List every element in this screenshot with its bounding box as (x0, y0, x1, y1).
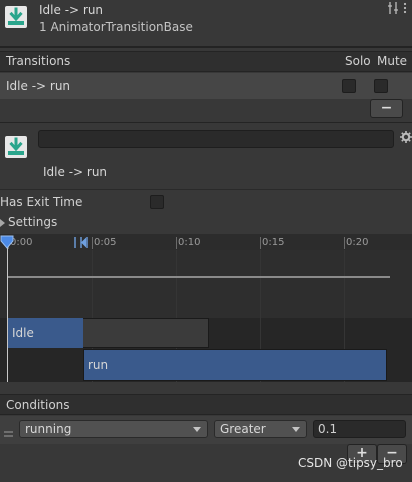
header-title: Idle -> run (39, 3, 104, 17)
playhead-line (7, 236, 8, 382)
transition-range-handles[interactable] (73, 236, 93, 249)
has-exit-time-label: Has Exit Time (0, 195, 83, 209)
tick-label: 0:05 (94, 237, 117, 248)
condition-parameter-dropdown[interactable]: running (19, 420, 208, 438)
gear-icon[interactable] (400, 131, 412, 143)
drag-handle-icon[interactable] (4, 426, 13, 437)
more-options-icon[interactable] (402, 2, 408, 14)
transition-label: Idle -> run (43, 165, 108, 179)
run-state-label: run (88, 358, 109, 372)
transition-asset-icon (3, 134, 29, 160)
conditions-heading: Conditions (6, 398, 70, 412)
tick-label: 0:10 (178, 237, 201, 248)
playhead-marker[interactable] (0, 235, 14, 249)
tick-mark (176, 237, 177, 249)
mute-column-label: Mute (377, 54, 408, 68)
condition-mode-dropdown[interactable]: Greater (214, 420, 307, 438)
transitions-heading: Transitions (6, 54, 71, 68)
solo-column-label: Solo (345, 54, 371, 68)
settings-foldout[interactable]: Settings (8, 215, 57, 229)
mute-checkbox[interactable] (374, 79, 388, 93)
tick-mark (344, 237, 345, 249)
tick-mark (260, 237, 261, 249)
divider (0, 122, 412, 123)
transition-row-label: Idle -> run (6, 79, 71, 93)
divider (0, 189, 412, 190)
chevron-down-icon (292, 427, 300, 432)
settings-expand-icon[interactable] (0, 219, 5, 227)
transition-name-field[interactable] (38, 130, 394, 148)
divider (0, 46, 412, 48)
timeline-curve-area (0, 250, 412, 318)
condition-mode-value: Greater (220, 422, 266, 436)
remove-transition-button[interactable]: − (370, 99, 403, 118)
tick-label: 0:20 (346, 237, 369, 248)
chevron-down-icon (193, 427, 201, 432)
run-state-bar (83, 349, 387, 381)
transition-curve (8, 276, 390, 278)
solo-checkbox[interactable] (342, 79, 356, 93)
watermark: CSDN @tipsy_bro (298, 456, 403, 470)
adjust-icon[interactable] (388, 2, 398, 14)
condition-parameter-value: running (25, 422, 72, 436)
transition-asset-icon (3, 4, 29, 30)
header-subtitle: 1 AnimatorTransitionBase (39, 20, 193, 34)
condition-threshold-field[interactable]: 0.1 (313, 420, 406, 438)
idle-state-label: Idle (12, 326, 34, 340)
has-exit-time-checkbox[interactable] (150, 195, 164, 209)
tick-label: 0:15 (262, 237, 285, 248)
